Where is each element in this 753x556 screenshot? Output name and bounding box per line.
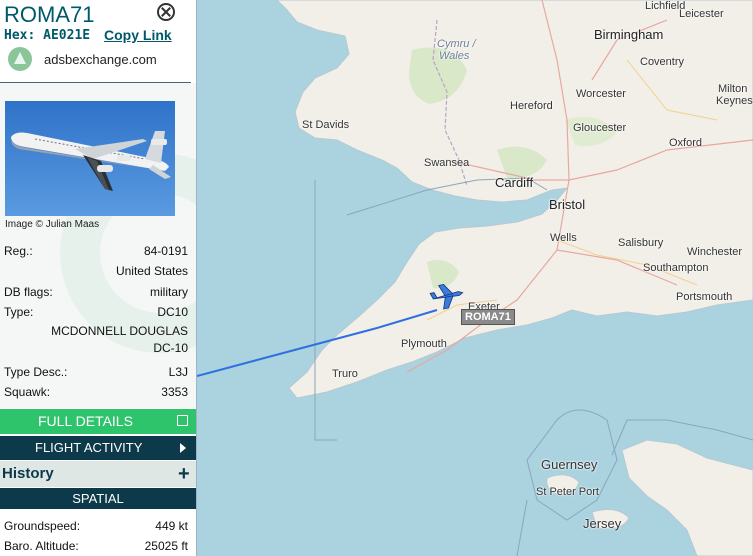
groundspeed-value: 449 kt [155, 519, 188, 533]
place-plymouth: Plymouth [401, 338, 447, 350]
type-label: Type: [4, 305, 34, 319]
full-details-button[interactable]: FULL DETAILS [0, 409, 196, 434]
type-value: DC10 [157, 305, 188, 319]
place-truro: Truro [332, 368, 358, 380]
callsign-title: ROMA71 [4, 2, 95, 27]
aircraft-callsign-label[interactable]: ROMA71 [461, 309, 515, 325]
squawk-label: Squawk: [4, 385, 51, 399]
chevron-right-icon [180, 443, 186, 453]
altitude-label: Baro. Altitude: [4, 539, 79, 553]
place-oxford: Oxford [669, 137, 703, 149]
dbflags-label: DB flags: [4, 285, 53, 299]
typedesc-value: L3J [168, 365, 188, 379]
place-keynes: Keynes [716, 95, 753, 107]
full-details-label: FULL DETAILS [38, 413, 133, 429]
model-value: DC-10 [153, 341, 188, 355]
close-icon[interactable] [157, 3, 175, 21]
copy-link-button[interactable]: Copy Link [104, 27, 172, 43]
place-coventry: Coventry [640, 56, 685, 68]
manufacturer-value: MCDONNELL DOUGLAS [51, 324, 188, 338]
place-winchester: Winchester [687, 246, 743, 258]
maritime-boundary [516, 499, 528, 556]
place-guernsey: Guernsey [541, 457, 598, 472]
place-gloucester: Gloucester [573, 122, 627, 134]
flight-activity-button[interactable]: FLIGHT ACTIVITY [0, 436, 196, 460]
france-coast [621, 439, 753, 556]
image-credit: Image © Julian Maas [5, 219, 100, 230]
place-cardiff: Cardiff [495, 175, 534, 190]
reg-value: 84-0191 [143, 244, 188, 258]
place-st-peter-port: St Peter Port [536, 486, 599, 498]
place-hereford: Hereford [510, 100, 553, 112]
map-view[interactable]: Lichfield Leicester Birmingham Cymru / W… [197, 0, 753, 556]
place-southampton: Southampton [643, 262, 709, 274]
aircraft-info-panel: ROMA71 Hex: AE021E Copy Link adsbexchang… [0, 0, 197, 556]
aircraft-photo[interactable] [5, 101, 175, 216]
history-toggle[interactable]: History + [0, 461, 196, 487]
place-birmingham: Birmingham [594, 27, 664, 42]
squawk-value: 3353 [161, 385, 188, 399]
country-value: United States [115, 264, 188, 278]
place-portsmouth: Portsmouth [676, 291, 733, 303]
plus-icon: + [178, 463, 190, 485]
adsbexchange-logo-icon[interactable] [8, 47, 32, 71]
maritime-boundary [314, 180, 337, 441]
basemap [197, 0, 753, 556]
place-jersey: Jersey [583, 516, 622, 531]
site-link[interactable]: adsbexchange.com [44, 52, 157, 67]
place-salisbury: Salisbury [618, 237, 664, 249]
altitude-value: 25025 ft [144, 539, 188, 553]
reg-label: Reg.: [4, 244, 33, 258]
place-swansea: Swansea [424, 157, 470, 169]
groundspeed-label: Groundspeed: [4, 519, 81, 533]
place-st-davids: St Davids [302, 119, 350, 131]
region-wales: Wales [439, 50, 470, 62]
place-wells: Wells [550, 232, 577, 244]
place-milton: Milton [718, 83, 748, 95]
history-label: History [2, 465, 54, 482]
flight-activity-label: FLIGHT ACTIVITY [35, 440, 143, 455]
spatial-section: Groundspeed: 449 kt Baro. Altitude: 2502… [0, 509, 196, 556]
typedesc-label: Type Desc.: [4, 365, 68, 379]
dbflags-value: military [150, 285, 188, 299]
region-cymru: Cymru / [437, 38, 476, 50]
place-leicester: Leicester [679, 8, 724, 20]
place-worcester: Worcester [576, 88, 626, 100]
spatial-header: SPATIAL [0, 488, 196, 509]
external-link-icon [177, 415, 188, 426]
hex-code: Hex: AE021E [4, 28, 91, 43]
place-bristol: Bristol [549, 197, 586, 212]
